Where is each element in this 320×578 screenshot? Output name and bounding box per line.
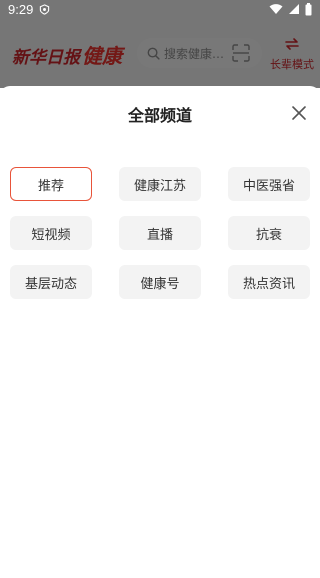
- channel-chip[interactable]: 抗衰: [228, 216, 310, 250]
- channel-chip[interactable]: 短视频: [10, 216, 92, 250]
- channel-chip[interactable]: 健康江苏: [119, 167, 201, 201]
- channel-chip[interactable]: 热点资讯: [228, 265, 310, 299]
- screen: 新华日报 健康 搜索健康… 长辈模式: [0, 0, 320, 578]
- signal-icon: [289, 4, 299, 14]
- channels-sheet: 全部频道 推荐 健康江苏 中医强省短视频 直播 抗衰基层动态 健康号 热点资讯: [0, 86, 320, 578]
- channel-chip[interactable]: 推荐: [10, 167, 92, 201]
- wifi-icon: [269, 4, 283, 14]
- status-icons: [269, 2, 312, 16]
- close-icon[interactable]: [290, 104, 308, 122]
- status-time: 9:29: [8, 1, 34, 17]
- channel-grid: 推荐 健康江苏 中医强省短视频 直播 抗衰基层动态 健康号 热点资讯: [10, 167, 312, 299]
- channel-chip[interactable]: 直播: [119, 216, 201, 250]
- channel-chip[interactable]: 基层动态: [10, 265, 92, 299]
- channel-chip[interactable]: 中医强省: [228, 167, 310, 201]
- channel-chip[interactable]: 健康号: [119, 265, 201, 299]
- status-bar: 9:29: [0, 0, 320, 18]
- battery-icon: [305, 2, 312, 15]
- notification-icon: [40, 3, 50, 15]
- sheet-title: 全部频道: [127, 106, 192, 125]
